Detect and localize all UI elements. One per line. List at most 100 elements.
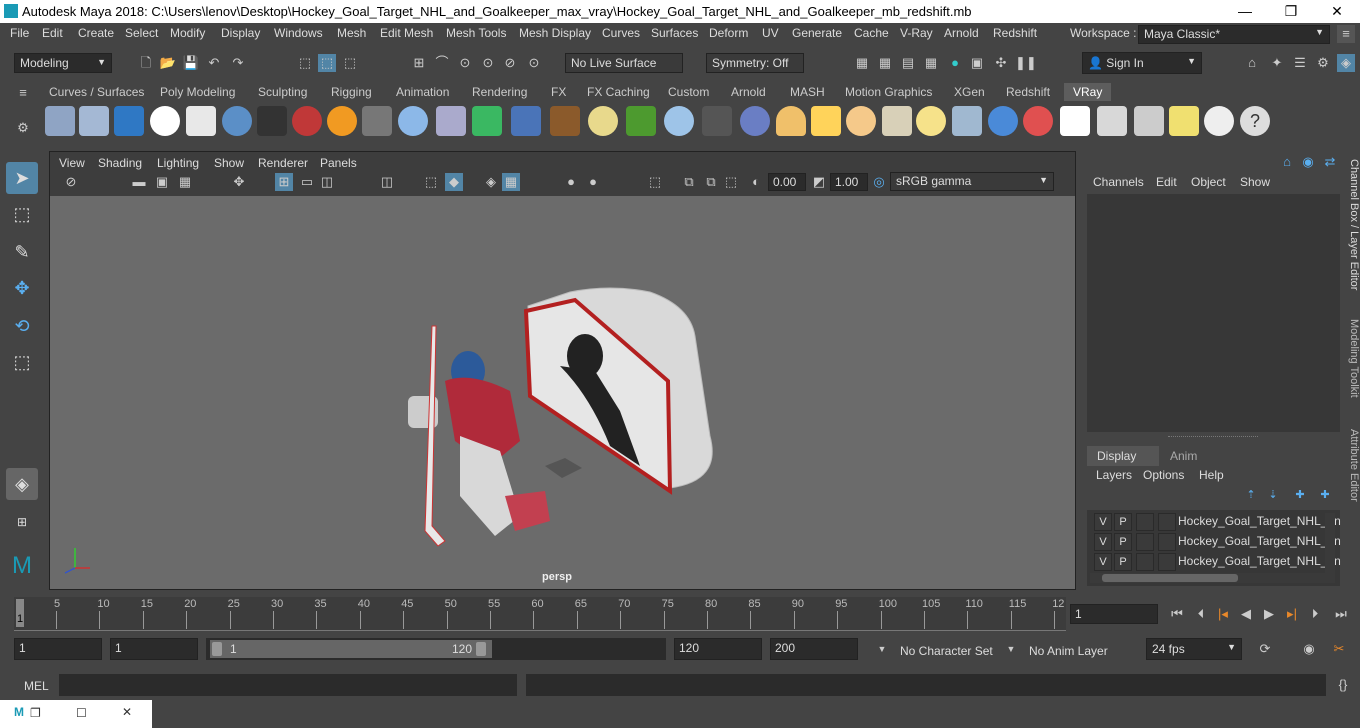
color-space-dropdown[interactable]: sRGB gamma ▼ [890, 172, 1054, 191]
go-to-start-icon[interactable]: ⏮ [1168, 605, 1186, 623]
chevron-down-icon[interactable]: ▼ [873, 640, 891, 658]
tab-curves-surfaces[interactable]: Curves / Surfaces [49, 85, 144, 99]
vray-material-icon[interactable] [988, 106, 1018, 136]
command-input[interactable] [59, 674, 517, 696]
resolution-gate-icon[interactable]: ◫ [318, 173, 336, 191]
command-language-label[interactable]: MEL [24, 679, 49, 693]
xray-joints-icon[interactable]: ⧉ [702, 173, 720, 191]
menu-redshift[interactable]: Redshift [993, 26, 1037, 40]
layout-quad-icon[interactable]: ⊞ [6, 506, 38, 538]
tab-sculpting[interactable]: Sculpting [258, 85, 307, 99]
vray-dome-icon[interactable] [588, 106, 618, 136]
xray-components-icon[interactable]: ⬚ [722, 173, 740, 191]
menu-curves[interactable]: Curves [602, 26, 640, 40]
side-tab-modeling-toolkit[interactable]: Modeling Toolkit [1342, 319, 1360, 414]
channels-menu-edit[interactable]: Edit [1156, 175, 1177, 189]
shelf-menu-icon[interactable]: ≡ [14, 84, 32, 102]
paint-select-tool-icon[interactable]: ✎ [6, 236, 38, 268]
tab-arnold[interactable]: Arnold [731, 85, 766, 99]
range-start-handle[interactable] [212, 642, 222, 656]
smooth-shade-icon[interactable]: ◆ [445, 173, 463, 191]
loop-icon[interactable]: ⟳ [1256, 640, 1274, 658]
minimized-window[interactable]: M ❐ ☐ ✕ [0, 700, 152, 728]
tab-redshift[interactable]: Redshift [1006, 85, 1050, 99]
live-surface-field[interactable]: No Live Surface [565, 53, 683, 73]
tab-display[interactable]: Display [1087, 446, 1159, 466]
grease-pencil-icon[interactable]: ✥ [230, 173, 248, 191]
layer-playback-toggle[interactable]: P [1114, 513, 1132, 531]
select-hierarchy-icon[interactable]: ⬚ [296, 54, 314, 72]
snap-surface-icon[interactable]: ⊘ [501, 54, 519, 72]
menu-modify[interactable]: Modify [170, 26, 205, 40]
character-set-label[interactable]: No Character Set [900, 644, 993, 658]
image-plane-icon[interactable]: ▦ [176, 173, 194, 191]
gamma-icon[interactable]: ◩ [810, 173, 828, 191]
channels-menu-show[interactable]: Show [1240, 175, 1270, 189]
range-slider-track[interactable]: 1 120 [206, 638, 666, 660]
menu-windows[interactable]: Windows [274, 26, 323, 40]
vray-spot-icon[interactable] [811, 106, 841, 136]
layer-color-swatch[interactable] [1158, 533, 1176, 551]
open-scene-icon[interactable]: 📂 [159, 54, 177, 72]
channels-menu-object[interactable]: Object [1191, 175, 1226, 189]
vray-cone-icon[interactable] [436, 106, 466, 136]
camera-select-icon[interactable]: ⊘ [62, 173, 80, 191]
vray-ies-icon[interactable] [882, 106, 912, 136]
step-back-key-icon[interactable]: |◂ [1214, 605, 1232, 623]
xray-icon[interactable]: ⧉ [680, 173, 698, 191]
menu-mesh-tools[interactable]: Mesh Tools [446, 26, 506, 40]
chevron-down-icon[interactable]: ▼ [1002, 640, 1020, 658]
vray-checker-icon[interactable] [1060, 106, 1090, 136]
shadows-icon[interactable]: ● [562, 173, 580, 191]
maximize-icon[interactable]: ☐ [76, 706, 87, 720]
layer-color-swatch[interactable] [1158, 553, 1176, 571]
vray-omni-icon[interactable] [846, 106, 876, 136]
viewport-menu-view[interactable]: View [59, 156, 85, 170]
menu-mesh[interactable]: Mesh [337, 26, 366, 40]
menu-arnold[interactable]: Arnold [944, 26, 979, 40]
step-forward-frame-icon[interactable]: ⏵ [1306, 605, 1324, 623]
close-button[interactable]: ✕ [1314, 0, 1360, 23]
layer-playback-toggle[interactable]: P [1114, 533, 1132, 551]
vray-settings-icon[interactable] [45, 106, 75, 136]
vray-blend-mtl-icon[interactable] [1023, 106, 1053, 136]
tab-anim[interactable]: Anim [1170, 449, 1197, 463]
layer-visibility-toggle[interactable]: V [1094, 513, 1112, 531]
textured-icon[interactable]: ◈ [482, 173, 500, 191]
snap-curve-icon[interactable]: ⌒ [433, 54, 451, 72]
vray-particles-icon[interactable] [664, 106, 694, 136]
gamma-field[interactable]: 1.00 [830, 173, 868, 191]
modeling-toolkit-icon[interactable]: ⌂ [1243, 54, 1261, 72]
vray-logo-icon[interactable] [150, 106, 180, 136]
shelf-settings-icon[interactable]: ⚙ [14, 119, 32, 137]
fps-dropdown[interactable]: 24 fps ▼ [1146, 638, 1242, 660]
side-tab-attribute-editor[interactable]: Attribute Editor [1342, 429, 1360, 519]
viewport-menu-shading[interactable]: Shading [98, 156, 142, 170]
viewport-menu-lighting[interactable]: Lighting [157, 156, 199, 170]
color-management-icon[interactable]: ◎ [870, 173, 888, 191]
menu-file[interactable]: File [10, 26, 29, 40]
script-editor-icon[interactable]: {} [1334, 676, 1352, 694]
exposure-icon[interactable]: ◐ [747, 173, 765, 191]
menu-mesh-display[interactable]: Mesh Display [519, 26, 591, 40]
menu-vray[interactable]: V-Ray [900, 26, 933, 40]
menu-edit[interactable]: Edit [42, 26, 63, 40]
vray-log-icon[interactable] [186, 106, 216, 136]
viewport-3d-view[interactable]: persp [50, 196, 1075, 589]
render-setup-icon[interactable]: ▣ [968, 54, 986, 72]
snap-point-icon[interactable]: ⊙ [456, 54, 474, 72]
step-forward-key-icon[interactable]: ▸| [1283, 605, 1301, 623]
animation-end-field[interactable]: 200 [770, 638, 858, 660]
playback-end-field[interactable]: 120 [674, 638, 762, 660]
menu-cache[interactable]: Cache [854, 26, 889, 40]
layer-row[interactable]: V P Hockey_Goal_Target_NHL_an [1090, 553, 1341, 571]
menu-display[interactable]: Display [221, 26, 260, 40]
move-tool-icon[interactable]: ✥ [6, 272, 38, 304]
tab-animation[interactable]: Animation [396, 85, 449, 99]
vray-bulb-icon[interactable] [1169, 106, 1199, 136]
vray-fur-icon[interactable] [626, 106, 656, 136]
play-forwards-icon[interactable]: ▶ [1260, 605, 1278, 623]
range-slider-bar[interactable]: 1 120 [210, 640, 492, 658]
vray-plane-icon[interactable] [472, 106, 502, 136]
channel-box-icon-1[interactable]: ⌂ [1278, 153, 1296, 171]
